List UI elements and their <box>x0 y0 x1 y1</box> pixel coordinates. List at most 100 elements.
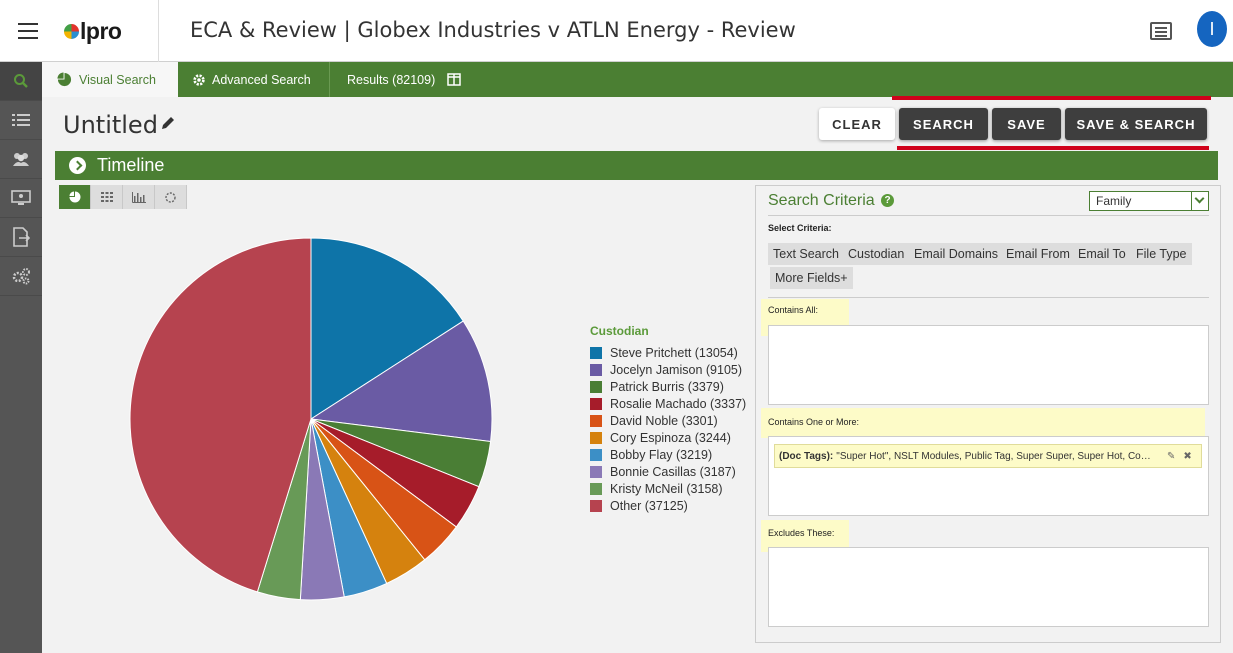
grid-view-icon[interactable] <box>91 185 123 209</box>
search-criteria-panel: Search Criteria ? Family Select Criteria… <box>755 185 1221 643</box>
save-button[interactable]: SAVE <box>992 108 1061 140</box>
bar-view-icon[interactable] <box>123 185 155 209</box>
chart-legend: Custodian Steve Pritchett (13054) Jocelyn… <box>590 324 746 514</box>
timeline-bar[interactable]: Timeline <box>55 151 1218 180</box>
contains-all-label: Contains All: <box>768 305 819 315</box>
tag-values: "Super Hot", NSLT Modules, Public Tag, S… <box>836 450 1159 462</box>
legend-label: Steve Pritchett (13054) <box>610 345 738 360</box>
chip-email-to[interactable]: Email To <box>1073 243 1131 265</box>
save-and-search-button[interactable]: SAVE & SEARCH <box>1065 108 1207 140</box>
sidebar <box>0 62 42 653</box>
app-logo[interactable]: lpro <box>64 18 122 45</box>
legend-swatch <box>590 465 602 478</box>
tab-visual-search[interactable]: Visual Search <box>42 62 178 97</box>
pie-view-icon[interactable] <box>59 185 91 209</box>
settings-icon[interactable] <box>0 257 42 296</box>
legend-swatch <box>590 397 602 410</box>
search-button[interactable]: SEARCH <box>899 108 988 140</box>
menu-icon[interactable] <box>18 23 38 39</box>
divider <box>768 297 1209 298</box>
criteria-title: Search Criteria <box>768 192 875 209</box>
legend-swatch <box>590 380 602 393</box>
tab-label: Results (82109) <box>347 72 436 87</box>
legend-item[interactable]: Steve Pritchett (13054) <box>590 344 746 361</box>
divider <box>768 215 1209 216</box>
legend-label: Bobby Flay (3219) <box>610 447 713 462</box>
legend-label: Bonnie Casillas (3187) <box>610 464 736 479</box>
chip-more-fields[interactable]: More Fields+ <box>770 267 853 289</box>
tab-bar: Visual Search Advanced Search Results (8… <box>42 62 1233 97</box>
legend-label: Cory Espinoza (3244) <box>610 430 731 445</box>
legend-item[interactable]: Bonnie Casillas (3187) <box>590 463 746 480</box>
export-icon[interactable] <box>0 218 42 257</box>
excludes-box[interactable] <box>768 547 1209 627</box>
tag-field: (Doc Tags): <box>779 450 834 462</box>
list-icon[interactable] <box>0 101 42 140</box>
chevron-down-icon[interactable] <box>1191 192 1208 210</box>
legend-label: David Noble (3301) <box>610 413 718 428</box>
legend-item[interactable]: Jocelyn Jamison (9105) <box>590 361 746 378</box>
legend-swatch <box>590 448 602 461</box>
scope-value: Family <box>1096 194 1132 208</box>
family-scope-select[interactable]: Family <box>1089 191 1209 211</box>
avatar[interactable]: I <box>1197 11 1227 47</box>
select-criteria-label: Select Criteria: <box>768 223 832 233</box>
doc-tags-criterion[interactable]: (Doc Tags): "Super Hot", NSLT Modules, Pu… <box>774 444 1202 468</box>
custodian-pie-chart <box>129 237 493 601</box>
monitor-icon[interactable] <box>0 179 42 218</box>
contains-one-label: Contains One or More: <box>768 417 860 427</box>
chevron-right-icon[interactable] <box>69 157 86 174</box>
tab-advanced-search[interactable]: Advanced Search <box>192 62 311 97</box>
tab-label: Visual Search <box>79 72 156 87</box>
remove-icon[interactable]: ✖ <box>1183 451 1191 462</box>
legend-label: Kristy McNeil (3158) <box>610 481 723 496</box>
legend-label: Jocelyn Jamison (9105) <box>610 362 743 377</box>
legend-item[interactable]: Kristy McNeil (3158) <box>590 480 746 497</box>
edit-icon[interactable]: ✎ <box>1167 451 1175 462</box>
legend-item[interactable]: Other (37125) <box>590 497 746 514</box>
divider <box>329 62 330 97</box>
divider <box>158 0 159 62</box>
legend-swatch <box>590 482 602 495</box>
search-icon[interactable] <box>0 62 42 101</box>
tab-results[interactable]: Results (82109) <box>347 62 461 97</box>
chip-custodian[interactable]: Custodian <box>843 243 910 265</box>
highlight-line <box>897 146 1209 150</box>
legend-label: Rosalie Machado (3337) <box>610 396 747 411</box>
legend-item[interactable]: David Noble (3301) <box>590 412 746 429</box>
timeline-label: Timeline <box>97 155 165 175</box>
radial-view-icon[interactable] <box>155 185 187 209</box>
pie-chart-icon <box>57 72 72 87</box>
legend-swatch <box>590 414 602 427</box>
legend-swatch <box>590 431 602 444</box>
help-icon[interactable]: ? <box>881 194 894 207</box>
page-title: ECA & Review | Globex Industries v ATLN … <box>190 18 796 42</box>
search-name: Untitled <box>63 111 158 139</box>
legend-item[interactable]: Bobby Flay (3219) <box>590 446 746 463</box>
legend-swatch <box>590 346 602 359</box>
gear-icon <box>193 73 205 86</box>
chip-email-domains[interactable]: Email Domains <box>909 243 1004 265</box>
clear-button[interactable]: CLEAR <box>819 108 895 140</box>
chip-file-type[interactable]: File Type <box>1131 243 1192 265</box>
contains-all-box[interactable] <box>768 325 1209 405</box>
legend-item[interactable]: Patrick Burris (3379) <box>590 378 746 395</box>
chip-email-from[interactable]: Email From <box>1001 243 1075 265</box>
columns-icon <box>447 73 461 86</box>
legend-swatch <box>590 499 602 512</box>
legend-swatch <box>590 363 602 376</box>
tab-label: Advanced Search <box>212 72 311 87</box>
excludes-label: Excludes These: <box>768 528 835 538</box>
chip-text-search[interactable]: Text Search <box>768 243 845 265</box>
legend-item[interactable]: Rosalie Machado (3337) <box>590 395 746 412</box>
chart-view-toggle <box>59 185 187 209</box>
highlight-line <box>892 96 1211 100</box>
users-icon[interactable] <box>0 140 42 179</box>
legend-label: Patrick Burris (3379) <box>610 379 724 394</box>
legend-title: Custodian <box>590 324 649 338</box>
edit-pencil-icon[interactable] <box>160 115 176 131</box>
legend-label: Other (37125) <box>610 498 688 513</box>
notes-icon[interactable] <box>1150 22 1172 40</box>
legend-item[interactable]: Cory Espinoza (3244) <box>590 429 746 446</box>
top-bar: lpro ECA & Review | Globex Industries v … <box>0 0 1233 62</box>
